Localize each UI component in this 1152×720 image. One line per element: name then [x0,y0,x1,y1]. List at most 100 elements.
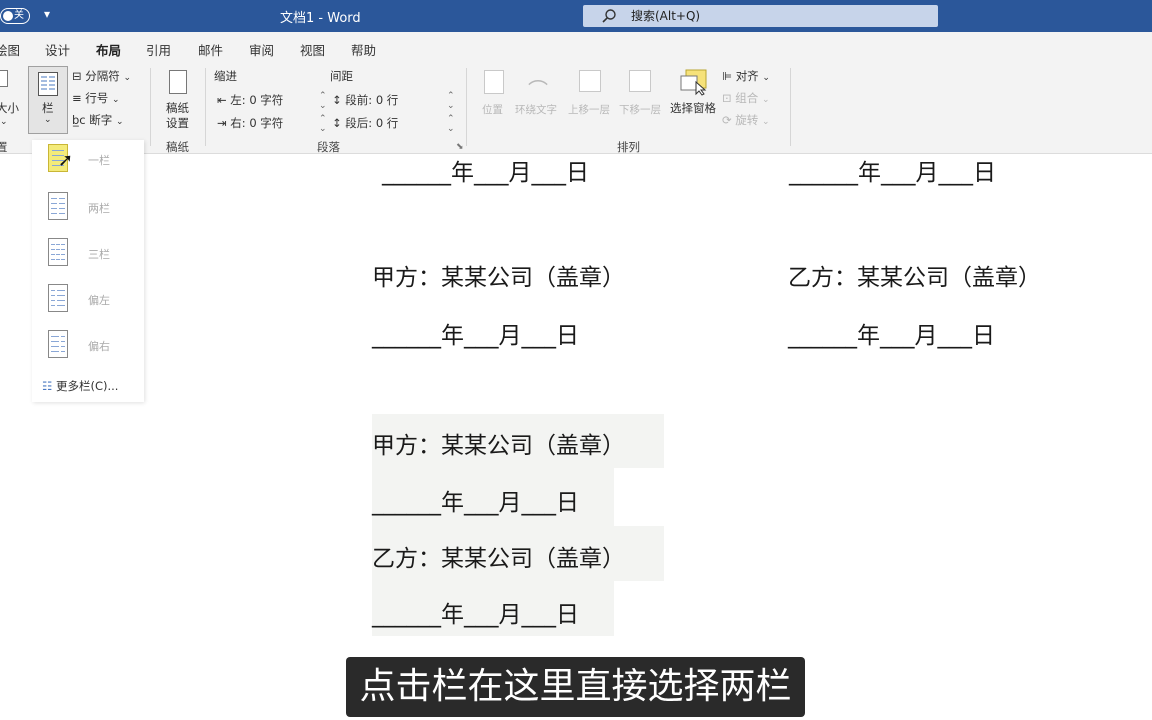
indent-left-value: 0 字符 [249,93,284,107]
indent-right-spinner[interactable]: ⌃ ⌄ [319,114,327,134]
columns-option-two[interactable]: 两栏 [40,188,140,226]
indent-left-icon: ⇤ [217,93,227,107]
space-before-field[interactable]: ↕ 段前: 0 行 [332,92,398,108]
space-before-spinner[interactable]: ⌃ ⌄ [447,91,455,111]
paragraph-group-label: 段落 [317,140,340,154]
chevron-down-icon: ⌄ [44,115,52,125]
space-after-value: 0 行 [375,116,399,130]
line-numbers-icon: ≡ [72,91,82,105]
indent-right-value: 0 字符 [249,116,284,130]
group-label: 组合 [735,91,759,105]
group-button[interactable]: ⊡ 组合 ⌄ [722,90,770,106]
doc-party-b: 乙方：某某公司（盖章） [372,546,625,572]
doc-party-a: 甲方：某某公司（盖章） [372,433,625,459]
chevron-down-icon: ⌄ [762,73,770,83]
more-columns-icon: ☷ [42,379,53,393]
tab-view[interactable]: 视图 [300,40,325,59]
doc-date-line: ______年___月___日 [372,490,579,516]
align-label: 对齐 [735,69,759,83]
space-after-spinner[interactable]: ⌃ ⌄ [447,114,455,134]
more-columns-item[interactable]: ☷ 更多栏(C)... [42,378,118,394]
dialog-launcher-icon[interactable]: ⬊ [456,142,464,152]
send-backward-button[interactable] [629,70,651,95]
space-before-value: 0 行 [375,93,399,107]
selection-pane-label: 选择窗格 [670,101,716,115]
tab-mailings[interactable]: 邮件 [198,40,223,59]
columns-option-one[interactable]: 一栏 [40,140,140,178]
hyphenation-icon: b̲c [72,113,86,127]
columns-option-right[interactable]: 偏右 [40,326,140,364]
right-column-icon [48,330,68,358]
chevron-down-icon: ⌄ [0,117,8,127]
line-numbers-button[interactable]: ≡ 行号 ⌄ [72,90,120,106]
bring-forward-button[interactable] [579,70,601,95]
breaks-icon: ⊟ [72,69,82,83]
draft-group-label: 稿纸 [166,140,189,154]
indent-left-label: 左: [230,93,246,107]
tab-review[interactable]: 审阅 [249,40,274,59]
page-size-icon [0,70,8,87]
more-columns-label: 更多栏(C)... [55,379,119,393]
document-title: 文档1 - Word [280,11,361,26]
draft-paper-button[interactable] [167,70,187,97]
autosave-toggle[interactable]: 关 [0,8,30,24]
doc-date-line: ______年___月___日 [372,602,579,628]
indent-left-spinner[interactable]: ⌃ ⌄ [319,91,327,111]
page-setup-group-label: 置 [0,140,8,154]
columns-option-three[interactable]: 三栏 [40,234,140,272]
arrange-group-label: 排列 [617,140,640,154]
spacing-title: 间距 [330,69,353,83]
send-backward-icon [629,70,651,92]
toggle-knob [3,11,13,21]
doc-party-b: 乙方：某某公司（盖章） [788,265,1041,291]
ribbon-tabs: 绘图 设计 布局 引用 邮件 审阅 视图 帮助 [0,32,1152,65]
send-backward-label: 下移一层 [619,104,661,116]
tab-references[interactable]: 引用 [146,40,171,59]
selection-pane-button[interactable] [680,68,708,99]
chevron-down-icon: ⌄ [761,117,770,127]
columns-label: 栏 [42,101,54,115]
space-before-label: 段前: [345,93,373,107]
search-box[interactable]: 搜索(Alt+Q) [583,5,938,27]
tab-layout[interactable]: 布局 [96,40,122,65]
draft-paper-icon [169,70,187,94]
wrap-text-label[interactable]: 环绕文字 [515,102,557,117]
chevron-down-icon: ⌄ [111,95,120,105]
hyphenation-button[interactable]: b̲c 断字 ⌄ [72,112,123,128]
space-after-label: 段后: [345,116,373,130]
position-button[interactable] [484,70,504,97]
left-column-icon [48,284,68,312]
size-button[interactable] [0,70,8,90]
indent-title: 缩进 [214,69,237,83]
size-label: 大小 [0,101,19,115]
rotate-button[interactable]: ⟳ 旋转 ⌄ [722,112,770,128]
ribbon-layout: 大小 ⌄ 置 栏 ⌄ ⊟ 分隔符 ⌄ ≡ 行号 ⌄ b̲c 断字 ⌄ 稿纸 设置… [0,62,1152,154]
columns-option-label: 两栏 [88,202,110,215]
three-columns-icon [48,238,68,266]
indent-left-field[interactable]: ⇤ 左: 0 字符 [217,92,283,108]
tab-draw[interactable]: 绘图 [0,40,20,59]
columns-button[interactable]: 栏 ⌄ [28,66,68,134]
indent-right-label: 右: [230,116,246,130]
line-numbers-label: 行号 [85,91,109,105]
selection-pane-icon [680,69,707,96]
tab-help[interactable]: 帮助 [351,40,376,59]
align-icon: ⊫ [722,69,733,83]
space-after-field[interactable]: ↕ 段后: 0 行 [332,115,398,131]
draft-paper-label-1: 稿纸 [166,101,189,115]
doc-date-line: ______年___月___日 [372,323,579,349]
group-divider [205,68,206,146]
align-button[interactable]: ⊫ 对齐 ⌄ [722,68,770,84]
breaks-button[interactable]: ⊟ 分隔符 ⌄ [72,68,131,84]
mouse-pointer-icon: ➚ [58,150,74,171]
tab-design[interactable]: 设计 [45,40,70,59]
group-divider [150,68,151,146]
document-page[interactable]: ______年___月___日 ______年___月___日 甲方：某某公司（… [0,155,1152,720]
columns-option-left[interactable]: 偏左 [40,280,140,318]
chevron-down-icon: ⌄ [761,95,770,105]
columns-option-label: 三栏 [88,248,110,261]
quick-access-customize-icon[interactable]: ▾ [44,7,50,21]
indent-right-field[interactable]: ⇥ 右: 0 字符 [217,115,283,131]
columns-option-label: 一栏 [88,154,110,167]
bring-forward-label: 上移一层 [568,104,610,116]
